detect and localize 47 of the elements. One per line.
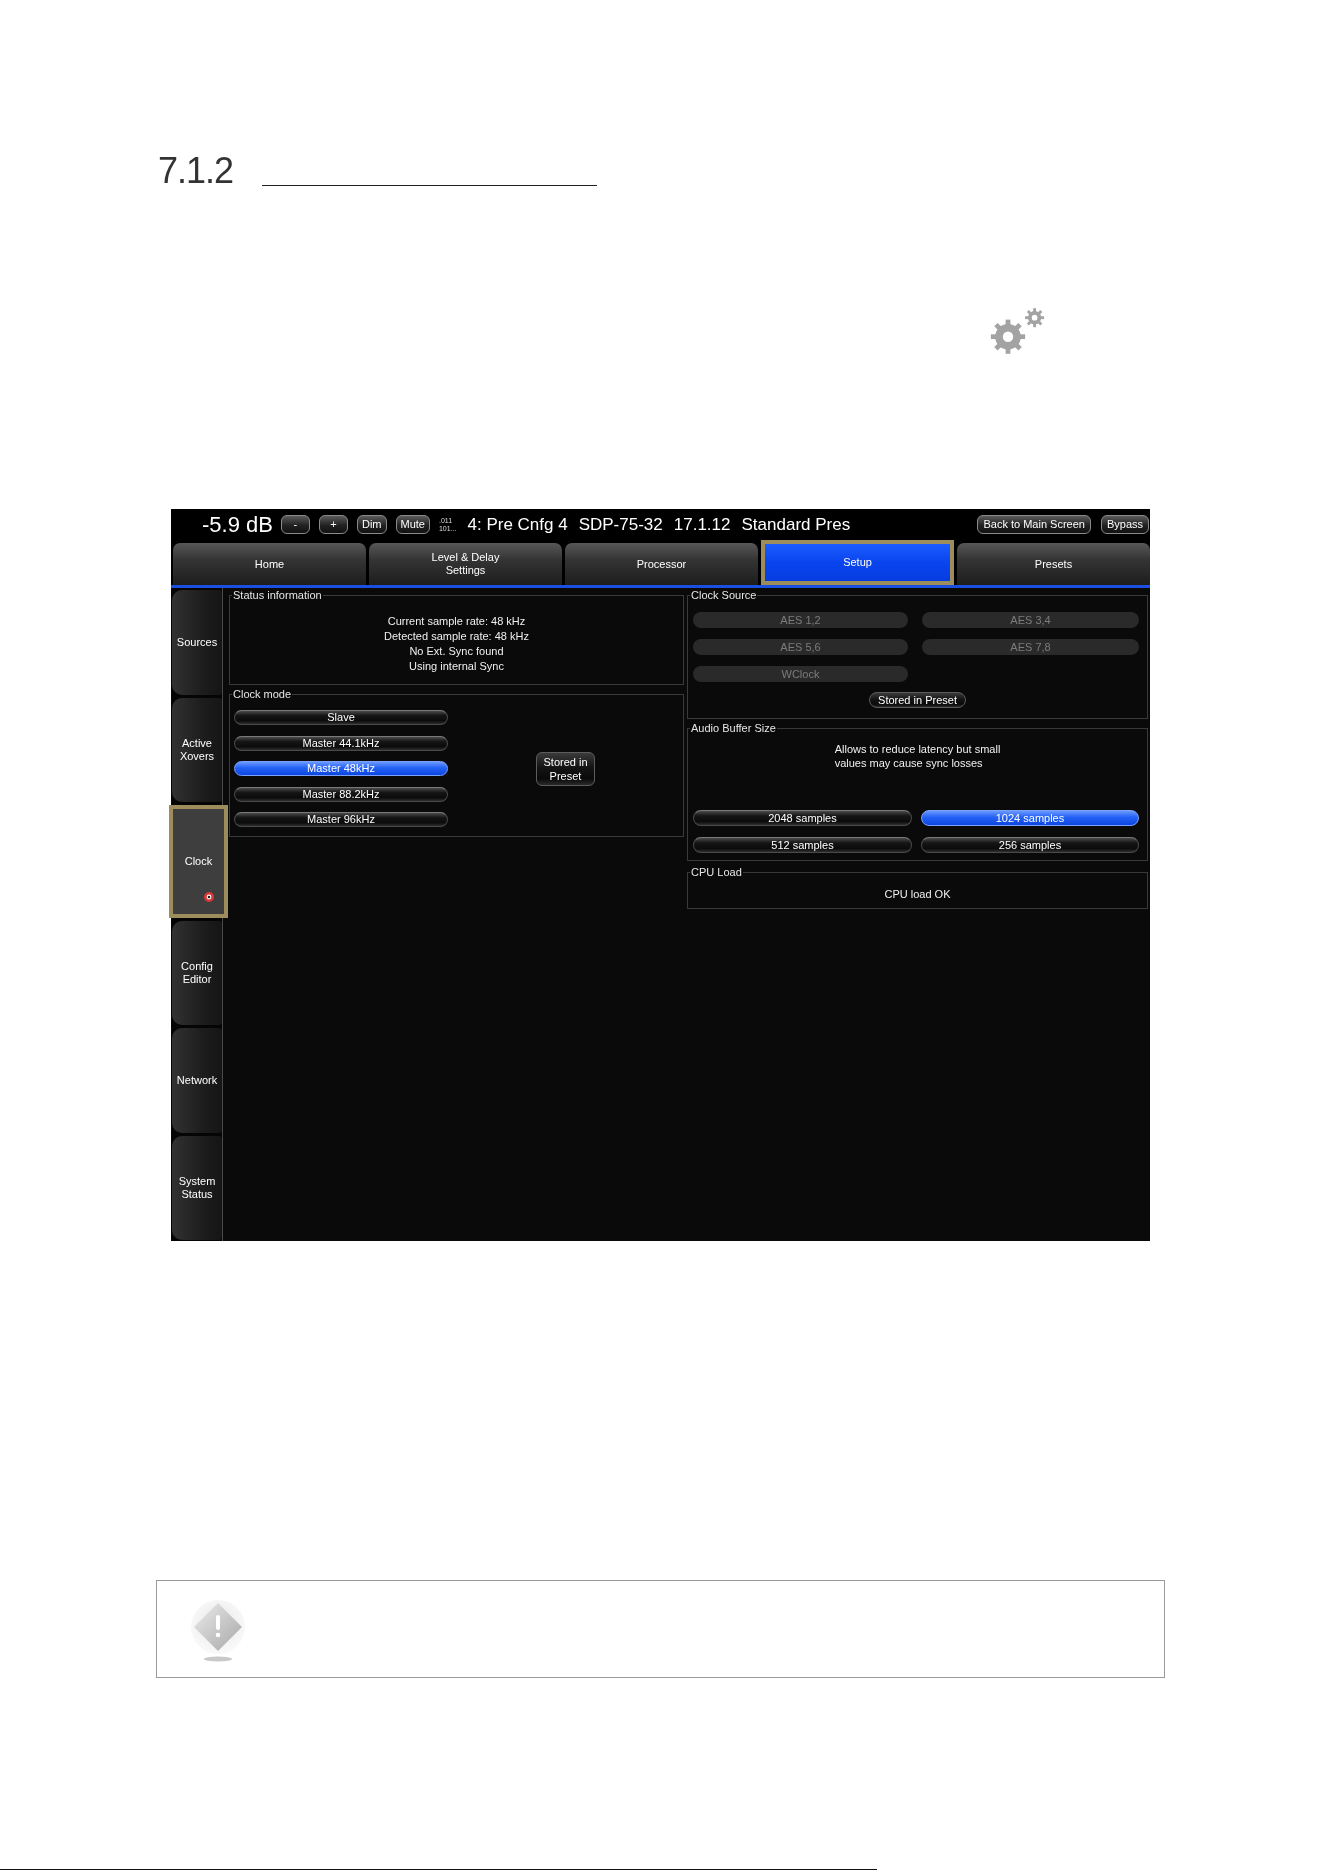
group-title: Clock mode [232,688,293,701]
option-button[interactable]: 512 samples [693,837,912,853]
sidebar-tab[interactable]: System Status [172,1135,222,1240]
status-text: 17.1.12 [673,514,731,535]
tab[interactable]: Processor [565,543,758,585]
group-title: Clock Source [690,589,758,602]
option-button[interactable]: Master 48kHz [234,761,448,776]
status-line: No Ext. Sync found [409,644,504,659]
option-button[interactable]: Master 44.1kHz [234,735,448,751]
sidebar-tab[interactable]: Config Editor [172,920,222,1025]
hint-text: Allows to reduce latency but small values may cause sync losses [834,742,1001,770]
group-title: CPU Load [690,866,743,879]
toolbar-button[interactable]: - [280,515,310,534]
sidebar-tab[interactable]: Sources [172,590,222,695]
status-line: Detected sample rate: 48 kHz [384,629,529,644]
status-line: Current sample rate: 48 kHz [387,614,526,629]
preset-button[interactable]: Stored in Preset [869,692,966,708]
tab[interactable]: Home [173,543,366,585]
status-text: SDP-75-32 [578,514,663,535]
option-button[interactable]: 256 samples [921,837,1139,853]
sidebar-tab[interactable]: Clock [169,805,228,918]
status-dot-icon [204,891,214,902]
tab[interactable]: Setup [761,540,954,585]
option-button[interactable]: Master 96kHz [234,812,448,827]
toolbar-button[interactable]: + [318,515,348,534]
group-title: Audio Buffer Size [690,722,777,735]
option-button[interactable]: Master 88.2kHz [234,786,448,802]
preset-button[interactable]: Stored in Preset [536,751,595,786]
toolbar-button[interactable]: Dim [356,515,387,534]
sidebar-tab[interactable]: Network [172,1028,222,1133]
option-button[interactable]: 1024 samples [921,810,1139,826]
tab[interactable]: Presets [957,543,1150,585]
sidebar-tab[interactable]: Active Xovers [172,697,222,802]
nav-button[interactable]: Back to Main Screen [977,515,1091,534]
option-button[interactable]: 2048 samples [693,810,912,826]
status-text: Standard Pres [741,514,851,535]
section-number: 7.1.2 [158,150,234,192]
toolbar-button[interactable]: Mute [395,515,430,534]
status-line: CPU load OK [883,887,952,901]
status-text: 4: Pre Cnfg 4 [467,514,568,535]
group-title: Status information [232,589,323,602]
volume-readout: -5.9 dB [202,511,273,538]
option-button[interactable]: Slave [234,710,448,725]
gears-icon [989,306,1046,356]
status-line: Using internal Sync [409,659,504,674]
nav-button[interactable]: Bypass [1100,515,1149,534]
tab[interactable]: Level & Delay Settings [369,543,562,585]
